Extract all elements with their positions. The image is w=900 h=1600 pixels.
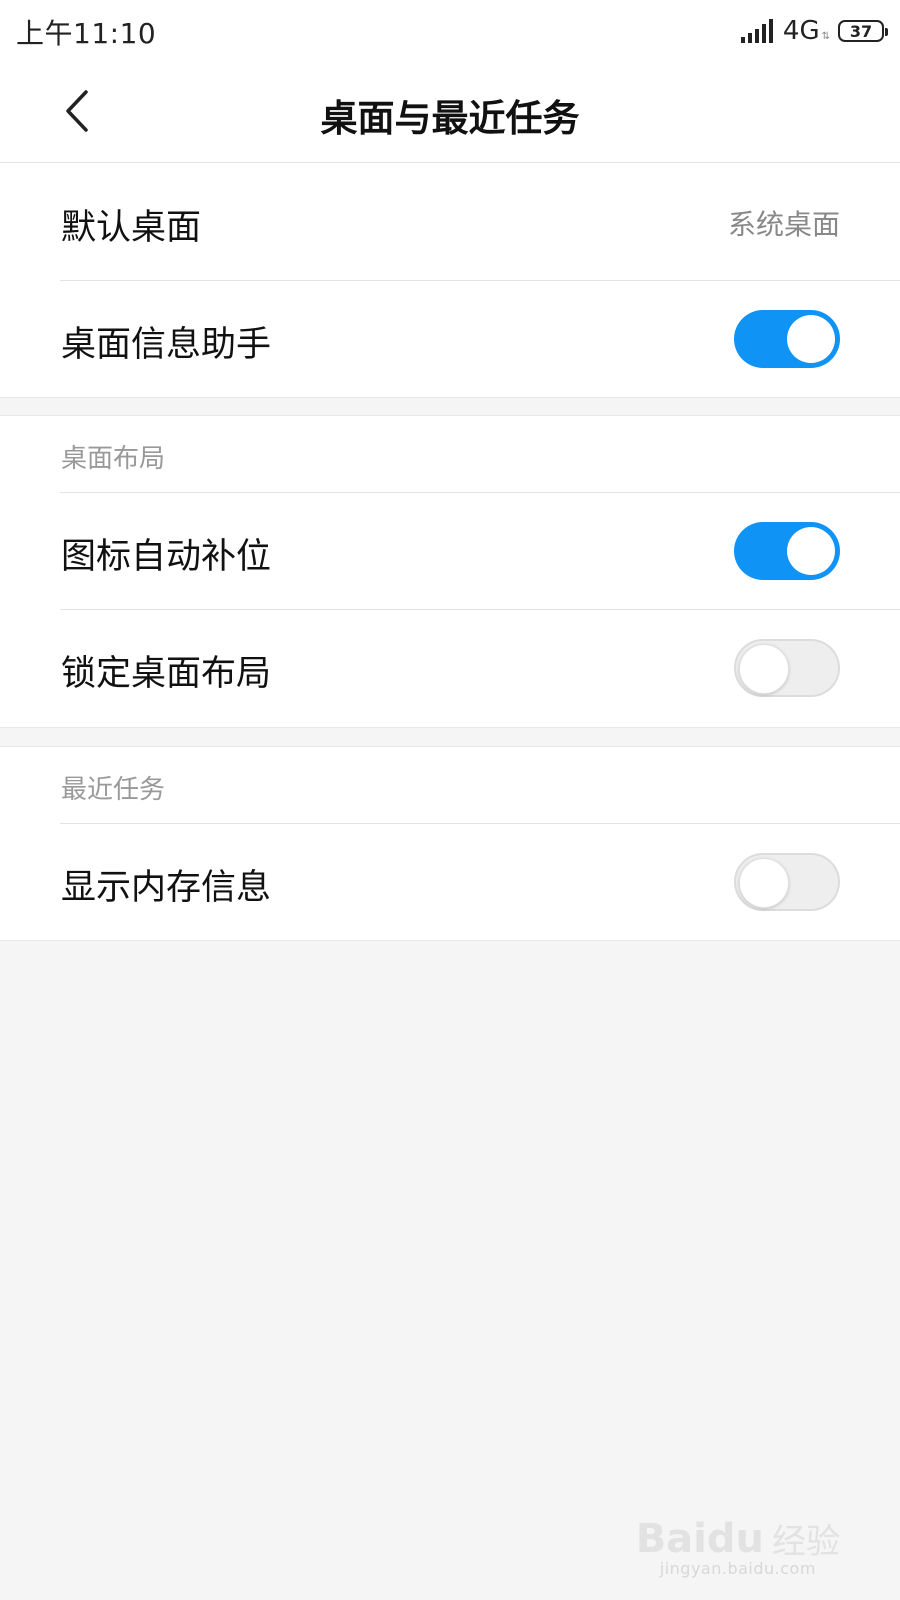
- watermark: Baidu 经验 jingyan.baidu.com: [636, 1514, 840, 1579]
- toggle-knob: [787, 315, 835, 363]
- battery-icon: 37: [838, 20, 888, 42]
- status-icons: 4G ⇅ 37: [740, 14, 888, 48]
- info-assistant-toggle[interactable]: [734, 310, 840, 368]
- auto-fill-label: 图标自动补位: [61, 537, 272, 577]
- toggle-knob: [787, 527, 835, 575]
- app-header: 桌面与最近任务: [0, 62, 900, 163]
- lock-layout-toggle[interactable]: [734, 639, 840, 697]
- info-assistant-label: 桌面信息助手: [61, 325, 272, 365]
- layout-section-title: 桌面布局: [61, 444, 166, 474]
- auto-fill-toggle[interactable]: [734, 522, 840, 580]
- status-bar: 上午11:10 4G ⇅ 37: [0, 0, 900, 62]
- page-title: 桌面与最近任务: [320, 97, 580, 140]
- memory-info-row: 显示内存信息: [0, 823, 900, 940]
- recents-section-header: 最近任务: [0, 747, 900, 823]
- watermark-logo-text: Baidu: [635, 1515, 764, 1562]
- lock-layout-label: 锁定桌面布局: [61, 654, 272, 694]
- general-group: 默认桌面 系统桌面 桌面信息助手: [0, 163, 900, 397]
- default-launcher-value: 系统桌面: [727, 208, 840, 241]
- data-arrows-icon: ⇅: [821, 30, 830, 42]
- section-gap: [0, 397, 900, 416]
- watermark-text: 经验: [772, 1522, 840, 1562]
- memory-info-label: 显示内存信息: [61, 868, 272, 908]
- recents-section-title: 最近任务: [61, 775, 166, 805]
- signal-icon: [740, 19, 773, 43]
- layout-group: 桌面布局 图标自动补位 锁定桌面布局: [0, 416, 900, 727]
- layout-section-header: 桌面布局: [0, 416, 900, 492]
- toggle-knob: [739, 644, 789, 694]
- battery-level: 37: [849, 21, 873, 41]
- section-gap: [0, 727, 900, 747]
- status-time: 上午11:10: [16, 17, 157, 50]
- lock-layout-row: 锁定桌面布局: [0, 609, 900, 726]
- watermark-url: jingyan.baidu.com: [659, 1559, 816, 1578]
- default-launcher-label: 默认桌面: [61, 208, 202, 248]
- toggle-knob: [739, 858, 789, 908]
- auto-fill-row: 图标自动补位: [0, 492, 900, 609]
- watermark-logo: Baidu 经验: [636, 1514, 840, 1563]
- memory-info-toggle[interactable]: [734, 853, 840, 911]
- network-type: 4G: [782, 16, 820, 46]
- group-bottom-border: [0, 940, 900, 941]
- info-assistant-row: 桌面信息助手: [0, 280, 900, 397]
- recents-group: 最近任务 显示内存信息: [0, 747, 900, 940]
- default-launcher-row[interactable]: 默认桌面 系统桌面: [0, 163, 900, 280]
